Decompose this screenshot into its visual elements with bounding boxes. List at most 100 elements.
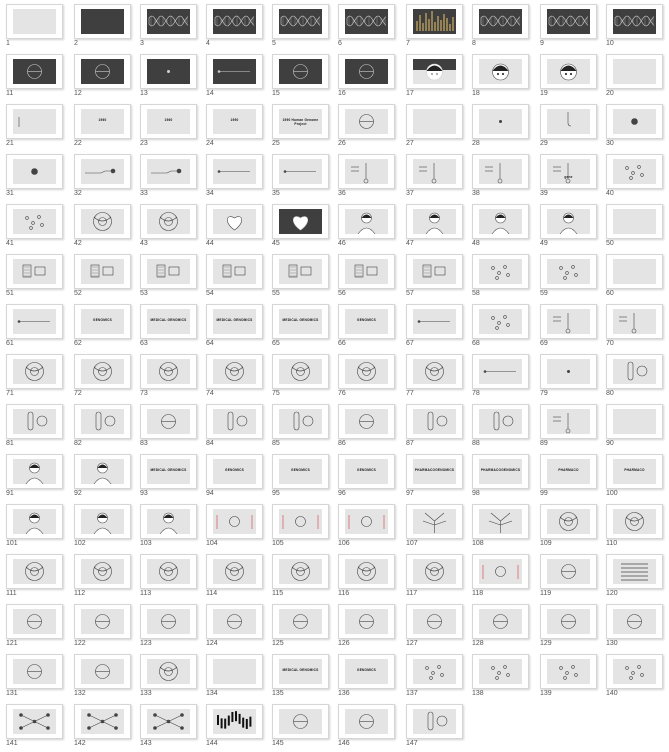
slide-thumbnail[interactable]: 32	[74, 154, 131, 201]
slide-thumbnail[interactable]: 46	[338, 204, 395, 251]
slide-thumbnail[interactable]: 61	[6, 304, 63, 351]
slide-thumbnail[interactable]: 109	[540, 504, 597, 551]
slide-thumbnail[interactable]: 47	[406, 204, 463, 251]
slide-thumbnail[interactable]: 53	[140, 254, 197, 301]
slide-thumbnail[interactable]: 68	[472, 304, 529, 351]
slide-thumbnail[interactable]: 6	[338, 4, 395, 51]
slide-thumbnail[interactable]: 108	[472, 504, 529, 551]
slide-thumbnail[interactable]: 119	[540, 554, 597, 601]
slide-thumbnail[interactable]: 71	[6, 354, 63, 401]
slide-thumbnail[interactable]: 1960 22	[74, 104, 131, 151]
slide-thumbnail[interactable]: 132	[74, 654, 131, 701]
slide-thumbnail[interactable]: 130	[606, 604, 663, 651]
slide-thumbnail[interactable]: 91	[6, 454, 63, 501]
slide-thumbnail[interactable]: 141	[6, 704, 63, 751]
slide-thumbnail[interactable]: 1	[6, 4, 63, 51]
slide-thumbnail[interactable]: 123	[140, 604, 197, 651]
slide-thumbnail[interactable]: 54	[206, 254, 263, 301]
slide-thumbnail[interactable]: GENOMICS 96	[338, 454, 395, 501]
slide-thumbnail[interactable]: GENOMICS 62	[74, 304, 131, 351]
slide-thumbnail[interactable]: 142	[74, 704, 131, 751]
slide-thumbnail[interactable]: 134	[206, 654, 263, 701]
slide-thumbnail[interactable]: 1960 23	[140, 104, 197, 151]
slide-thumbnail[interactable]: 20	[606, 54, 663, 101]
slide-thumbnail[interactable]: 69	[540, 304, 597, 351]
slide-thumbnail[interactable]: 72	[74, 354, 131, 401]
slide-thumbnail[interactable]: 145	[272, 704, 329, 751]
slide-thumbnail[interactable]: 137	[406, 654, 463, 701]
slide-thumbnail[interactable]: 41	[6, 204, 63, 251]
slide-thumbnail[interactable]: 19	[540, 54, 597, 101]
slide-thumbnail[interactable]: 56	[338, 254, 395, 301]
slide-thumbnail[interactable]: 140	[606, 654, 663, 701]
slide-thumbnail[interactable]: 15	[272, 54, 329, 101]
slide-thumbnail[interactable]: 30	[606, 104, 663, 151]
slide-thumbnail[interactable]: 74	[206, 354, 263, 401]
slide-thumbnail[interactable]: 80	[606, 354, 663, 401]
slide-thumbnail[interactable]: 44	[206, 204, 263, 251]
slide-thumbnail[interactable]: 28	[472, 104, 529, 151]
slide-thumbnail[interactable]: 45	[272, 204, 329, 251]
slide-thumbnail[interactable]: 27	[406, 104, 463, 151]
slide-thumbnail[interactable]: GENOMICS 136	[338, 654, 395, 701]
slide-thumbnail[interactable]: 115	[272, 554, 329, 601]
slide-thumbnail[interactable]: 35	[272, 154, 329, 201]
slide-thumbnail[interactable]: 12	[74, 54, 131, 101]
slide-thumbnail[interactable]: 38	[472, 154, 529, 201]
slide-thumbnail[interactable]: 18	[472, 54, 529, 101]
slide-thumbnail[interactable]: 42	[74, 204, 131, 251]
slide-thumbnail[interactable]: 101	[6, 504, 63, 551]
slide-thumbnail[interactable]: 107	[406, 504, 463, 551]
slide-thumbnail[interactable]: 59	[540, 254, 597, 301]
slide-thumbnail[interactable]: 86	[338, 404, 395, 451]
slide-thumbnail[interactable]: 112	[74, 554, 131, 601]
slide-thumbnail[interactable]: 77	[406, 354, 463, 401]
slide-thumbnail[interactable]: 14	[206, 54, 263, 101]
slide-thumbnail[interactable]: 90	[606, 404, 663, 451]
slide-thumbnail[interactable]: 124	[206, 604, 263, 651]
slide-thumbnail[interactable]: 104	[206, 504, 263, 551]
slide-thumbnail[interactable]: 139	[540, 654, 597, 701]
slide-thumbnail[interactable]: 114	[206, 554, 263, 601]
slide-thumbnail[interactable]: 33	[140, 154, 197, 201]
slide-thumbnail[interactable]: 55	[272, 254, 329, 301]
slide-thumbnail[interactable]: 120	[606, 554, 663, 601]
slide-thumbnail[interactable]: 87	[406, 404, 463, 451]
slide-thumbnail[interactable]: 75	[272, 354, 329, 401]
slide-thumbnail[interactable]: 70	[606, 304, 663, 351]
slide-thumbnail[interactable]: 2	[74, 4, 131, 51]
slide-thumbnail[interactable]: 58	[472, 254, 529, 301]
slide-thumbnail[interactable]: 50	[606, 204, 663, 251]
slide-thumbnail[interactable]: 11	[6, 54, 63, 101]
slide-thumbnail[interactable]: 88	[472, 404, 529, 451]
slide-thumbnail[interactable]: 17	[406, 54, 463, 101]
slide-thumbnail[interactable]: 29	[540, 104, 597, 151]
slide-thumbnail[interactable]: 8	[472, 4, 529, 51]
slide-thumbnail[interactable]: 89	[540, 404, 597, 451]
slide-thumbnail[interactable]: 117	[406, 554, 463, 601]
slide-thumbnail[interactable]: 76	[338, 354, 395, 401]
slide-thumbnail[interactable]: 121	[6, 604, 63, 651]
slide-thumbnail[interactable]: 129	[540, 604, 597, 651]
slide-thumbnail[interactable]: 67	[406, 304, 463, 351]
slide-thumbnail[interactable]: 103	[140, 504, 197, 551]
slide-thumbnail[interactable]: 34	[206, 154, 263, 201]
slide-thumbnail[interactable]: 36	[338, 154, 395, 201]
slide-thumbnail[interactable]: MEDICAL GENOMICS 135	[272, 654, 329, 701]
slide-thumbnail[interactable]: MEDICAL GENOMICS 64	[206, 304, 263, 351]
slide-thumbnail[interactable]: 83	[140, 404, 197, 451]
slide-thumbnail[interactable]: 16	[338, 54, 395, 101]
slide-thumbnail[interactable]: gene 39	[540, 154, 597, 201]
slide-thumbnail[interactable]: 81	[6, 404, 63, 451]
slide-thumbnail[interactable]: 118	[472, 554, 529, 601]
slide-thumbnail[interactable]: 85	[272, 404, 329, 451]
slide-thumbnail[interactable]: 111	[6, 554, 63, 601]
slide-thumbnail[interactable]: PHARMACOGENOMICS 97	[406, 454, 463, 501]
slide-thumbnail[interactable]: 128	[472, 604, 529, 651]
slide-thumbnail[interactable]: PHARMACO 99	[540, 454, 597, 501]
slide-thumbnail[interactable]: 1990 Human Genome Project 25	[272, 104, 329, 151]
slide-thumbnail[interactable]: 105	[272, 504, 329, 551]
slide-thumbnail[interactable]: 5	[272, 4, 329, 51]
slide-thumbnail[interactable]: MEDICAL GENOMICS 65	[272, 304, 329, 351]
slide-thumbnail[interactable]: 48	[472, 204, 529, 251]
